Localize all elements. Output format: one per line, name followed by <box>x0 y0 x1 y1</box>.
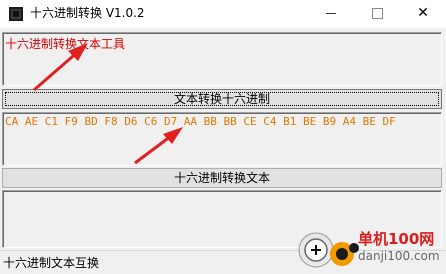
close-button[interactable]: ✕ <box>400 0 446 28</box>
status-text: 十六进制文本互换 <box>3 256 100 270</box>
app-icon <box>9 7 23 21</box>
hex-to-text-button[interactable]: 十六进制转换文本 <box>2 168 442 188</box>
text-to-hex-button[interactable]: 文本转换十六进制 <box>2 89 442 109</box>
maximize-icon <box>371 7 383 19</box>
hex-output-box[interactable]: CA AE C1 F9 BD F8 D6 C6 D7 AA BB BB CE C… <box>2 112 442 166</box>
maximize-button[interactable] <box>354 0 400 28</box>
text-input-box[interactable]: 十六进制转换文本工具 <box>2 32 442 86</box>
window-title: 十六进制转换 V1.0.2 <box>30 6 145 20</box>
watermark-logo: 单机100网 danji100.com <box>296 226 446 270</box>
app-window: 十六进制转换 V1.0.2 ✕ 十六进制转换文本工具 文本转换十六进制 CA A… <box>0 0 446 271</box>
title-bar: 十六进制转换 V1.0.2 ✕ <box>0 0 446 28</box>
close-icon: ✕ <box>417 5 429 21</box>
watermark-brand: 单机100网 <box>358 230 435 248</box>
minimize-icon <box>326 12 336 14</box>
watermark-site: danji100.com <box>358 249 440 263</box>
minimize-button[interactable] <box>308 0 354 28</box>
